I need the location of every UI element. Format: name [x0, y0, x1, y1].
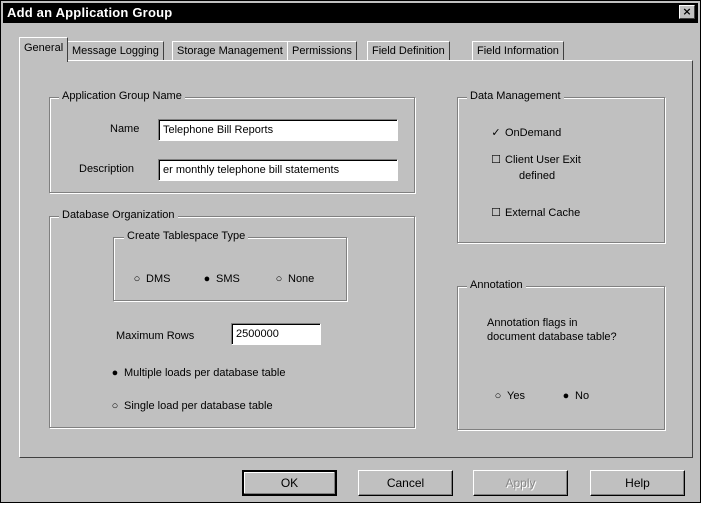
- radio-off-icon: ○: [275, 273, 283, 285]
- radio-yes-label: Yes: [507, 390, 525, 402]
- check-on-icon: ✓: [491, 127, 501, 139]
- close-icon[interactable]: ×: [679, 5, 695, 19]
- radio-yes[interactable]: ○ Yes: [493, 389, 525, 403]
- radio-single-load-label: Single load per database table: [124, 400, 273, 412]
- help-button[interactable]: Help: [590, 470, 685, 496]
- tablespace-type-group: Create Tablespace Type ○ DMS ● SMS ○ Non…: [113, 230, 347, 301]
- window-title: Add an Application Group: [7, 5, 173, 20]
- database-organization-heading: Database Organization: [59, 209, 178, 221]
- maximum-rows-label: Maximum Rows: [116, 330, 195, 342]
- checkbox-external-cache[interactable]: ☐ External Cache: [491, 206, 580, 220]
- radio-multiple-loads[interactable]: ● Multiple loads per database table: [110, 366, 286, 380]
- client-user-exit-label-line2: defined: [519, 170, 556, 182]
- ok-button[interactable]: OK: [242, 470, 337, 496]
- radio-multiple-loads-label: Multiple loads per database table: [124, 367, 286, 379]
- radio-off-icon: ○: [111, 400, 119, 412]
- add-application-group-dialog: Add an Application Group × General Messa…: [0, 0, 701, 503]
- title-bar[interactable]: Add an Application Group ×: [3, 3, 698, 23]
- description-input[interactable]: er monthly telephone bill statements: [158, 159, 398, 181]
- radio-on-icon: ●: [562, 390, 570, 402]
- maximum-rows-input[interactable]: 2500000: [231, 323, 321, 345]
- check-off-icon: ☐: [491, 154, 501, 166]
- radio-on-icon: ●: [111, 367, 119, 379]
- name-input[interactable]: Telephone Bill Reports: [158, 119, 398, 141]
- annotation-group: Annotation Annotation flags in document …: [457, 279, 665, 430]
- radio-on-icon: ●: [203, 273, 211, 285]
- cancel-button[interactable]: Cancel: [358, 470, 453, 496]
- tab-storage-management[interactable]: Storage Management: [172, 41, 288, 61]
- database-organization-group: Database Organization Create Tablespace …: [49, 209, 415, 428]
- external-cache-label: External Cache: [505, 207, 581, 219]
- radio-none[interactable]: ○ None: [274, 272, 315, 286]
- annotation-heading: Annotation: [467, 279, 526, 291]
- radio-sms[interactable]: ● SMS: [202, 272, 240, 286]
- radio-no[interactable]: ● No: [561, 389, 589, 403]
- radio-dms[interactable]: ○ DMS: [132, 272, 171, 286]
- tab-field-information[interactable]: Field Information: [472, 41, 564, 61]
- radio-sms-label: SMS: [216, 273, 240, 285]
- radio-off-icon: ○: [133, 273, 141, 285]
- radio-no-label: No: [575, 390, 590, 402]
- radio-single-load[interactable]: ○ Single load per database table: [110, 399, 273, 413]
- tab-field-definition[interactable]: Field Definition: [367, 41, 450, 61]
- checkbox-client-user-exit[interactable]: ☐ Client User Exit: [491, 153, 581, 167]
- tab-message-logging[interactable]: Message Logging: [67, 41, 164, 61]
- data-management-group: Data Management ✓ OnDemand ☐ Client User…: [457, 90, 665, 243]
- data-management-heading: Data Management: [467, 90, 564, 102]
- checkbox-on-demand[interactable]: ✓ OnDemand: [491, 126, 561, 140]
- check-off-icon: ☐: [491, 207, 501, 219]
- annotation-question: Annotation flags in document database ta…: [487, 317, 617, 343]
- apply-button[interactable]: Apply: [473, 470, 568, 496]
- description-label: Description: [79, 163, 135, 175]
- name-label: Name: [110, 123, 140, 135]
- tab-permissions[interactable]: Permissions: [287, 41, 357, 61]
- radio-dms-label: DMS: [146, 273, 171, 285]
- radio-none-label: None: [288, 273, 315, 285]
- on-demand-label: OnDemand: [505, 127, 562, 139]
- client-user-exit-label: Client User Exit: [505, 154, 581, 166]
- application-group-name-heading: Application Group Name: [59, 90, 185, 102]
- tab-general[interactable]: General: [19, 37, 69, 62]
- radio-off-icon: ○: [494, 390, 502, 402]
- application-group-name-group: Application Group Name Name Telephone Bi…: [49, 90, 415, 193]
- tablespace-type-heading: Create Tablespace Type: [124, 230, 249, 242]
